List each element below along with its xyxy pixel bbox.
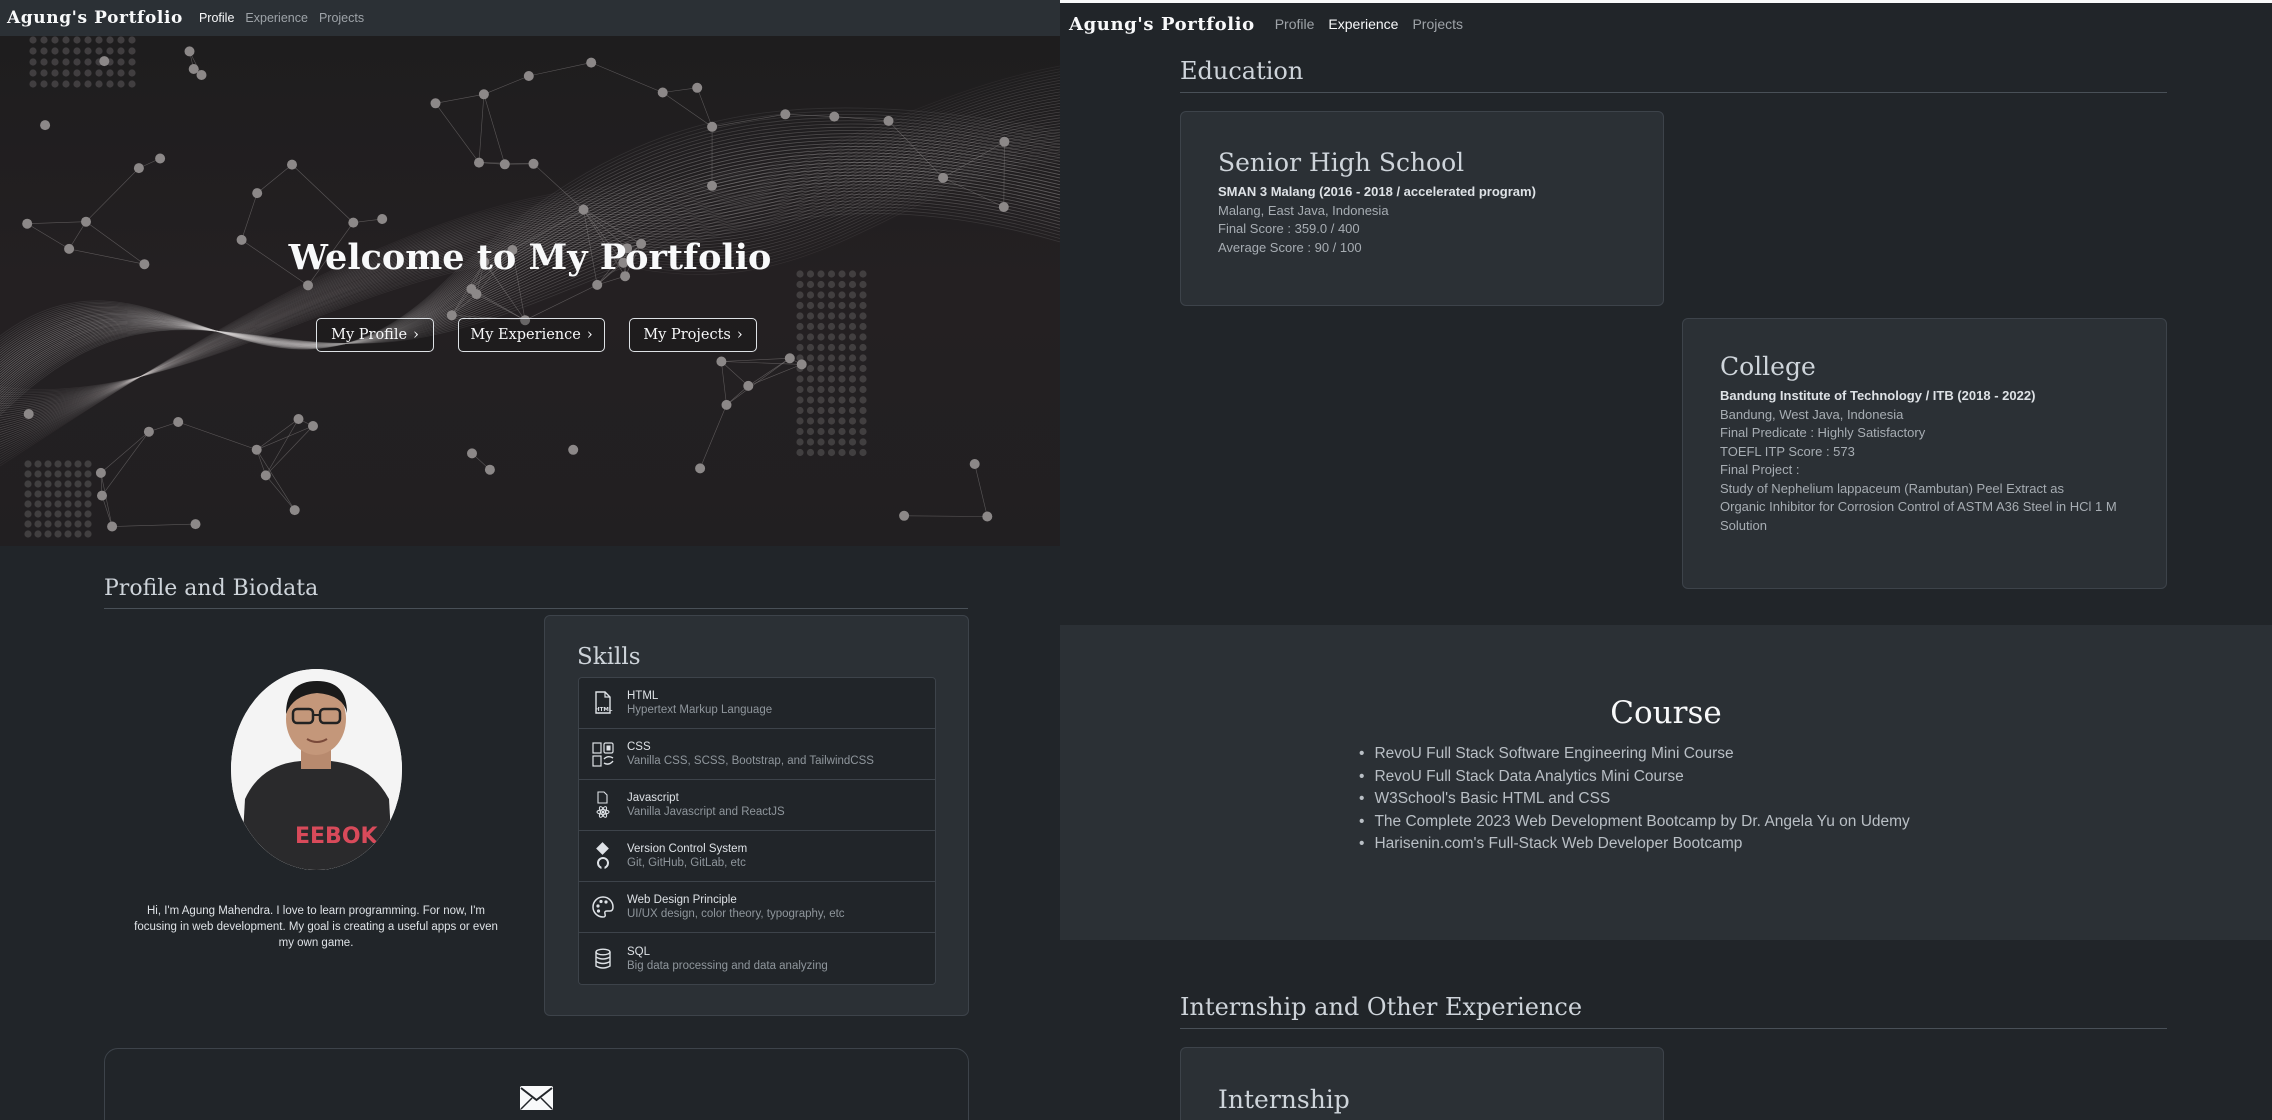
course-item: RevoU Full Stack Data Analytics Mini Cou… (1359, 766, 1910, 789)
avatar: EEBOK (231, 669, 402, 870)
toefl-score: TOEFL ITP Score : 573 (1720, 443, 1855, 459)
chevron-right-icon: › (736, 327, 743, 343)
skill-item-javascript: Javascript Vanilla Javascript and ReactJS (579, 780, 935, 831)
skill-desc: UI/UX design, color theory, typography, … (627, 908, 845, 920)
svg-text:HTML: HTML (595, 707, 613, 713)
hero-network-background (0, 36, 1060, 538)
college-card: College Bandung Institute of Technology … (1682, 318, 2167, 589)
navbar-brand[interactable]: Agung's Portfolio (7, 8, 183, 28)
my-profile-button[interactable]: My Profile › (316, 318, 434, 352)
skill-name: Javascript (627, 792, 679, 804)
skills-heading: Skills (577, 644, 641, 670)
card-title: College (1720, 352, 1816, 381)
nav-link-projects[interactable]: Projects (319, 11, 364, 25)
final-project-label: Final Project : (1720, 462, 1800, 477)
course-list: RevoU Full Stack Software Engineering Mi… (1359, 743, 1910, 856)
course-item: W3School's Basic HTML and CSS (1359, 788, 1910, 811)
skill-name: Version Control System (627, 843, 748, 855)
school-name: SMAN 3 Malang (2016 - 2018 / accelerated… (1218, 184, 1536, 199)
nav-link-experience[interactable]: Experience (1328, 16, 1398, 32)
chevron-right-icon: › (413, 327, 419, 343)
nav-link-profile[interactable]: Profile (1275, 16, 1315, 32)
skill-name: SQL (627, 945, 651, 958)
heading-divider (1180, 92, 2167, 93)
nav-link-profile[interactable]: Profile (199, 11, 234, 25)
experience-page-pane: Agung's Portfolio Profile Experience Pro… (1060, 0, 2272, 1120)
git-github-icon (579, 842, 627, 870)
contact-card (104, 1048, 969, 1120)
skill-name: CSS (627, 741, 651, 753)
college-location: Bandung, West Java, Indonesia (1720, 406, 1904, 422)
course-item: Harisenin.com's Full-Stack Web Developer… (1359, 833, 1910, 856)
course-item: The Complete 2023 Web Development Bootca… (1359, 811, 1909, 834)
nav-link-experience[interactable]: Experience (245, 11, 308, 25)
shirt-print: EEBOK (295, 824, 379, 849)
navbar: Agung's Portfolio Profile Experience Pro… (1060, 3, 2272, 45)
skill-item-web-design: Web Design Principle UI/UX design, color … (579, 882, 935, 933)
my-projects-label: My Projects (643, 327, 731, 343)
html-file-icon: HTML (579, 691, 627, 715)
my-experience-label: My Experience (470, 327, 581, 343)
final-project-line: Organic Inhibitor for Corrosion Control … (1720, 499, 2117, 514)
education-heading: Education (1180, 57, 1304, 85)
course-section: Course RevoU Full Stack Software Enginee… (1060, 625, 2272, 940)
my-experience-button[interactable]: My Experience › (458, 318, 605, 352)
skills-card: Skills HTML HTML Hypertext Markup Languag… (544, 615, 969, 1016)
average-score: Average Score : 90 / 100 (1218, 239, 1362, 255)
profile-page-pane: Agung's Portfolio Profile Experience Pro… (0, 0, 1060, 1120)
hero-title: Welcome to My Portfolio (288, 237, 772, 278)
heading-divider (1180, 1028, 2167, 1029)
internship-heading: Internship and Other Experience (1180, 993, 1583, 1021)
final-score: Final Score : 359.0 / 400 (1218, 221, 1360, 236)
card-title: Internship (1218, 1085, 1350, 1114)
skill-desc: Vanilla Javascript and ReactJS (627, 806, 785, 818)
skill-name: HTML (627, 690, 659, 702)
skill-item-version-control: Version Control System Git, GitHub, GitLa… (579, 831, 935, 882)
skill-desc: Git, GitHub, GitLab, etc (627, 857, 746, 869)
navbar-brand[interactable]: Agung's Portfolio (1069, 14, 1255, 35)
college-name: Bandung Institute of Technology / ITB (2… (1720, 388, 2036, 403)
card-title: Senior High School (1218, 148, 1465, 177)
school-location: Malang, East Java, Indonesia (1218, 202, 1389, 218)
final-project-line: Study of Nephelium lappaceum (Rambutan) … (1720, 480, 2064, 496)
hero-banner: Welcome to My Portfolio My Profile › My … (0, 36, 1060, 546)
my-profile-label: My Profile (331, 327, 408, 343)
javascript-react-icon (579, 791, 627, 819)
skill-desc: Big data processing and data analyzing (627, 959, 828, 972)
skill-item-html: HTML HTML Hypertext Markup Language (579, 678, 935, 729)
database-icon (579, 948, 627, 970)
heading-divider (104, 608, 968, 609)
nav-link-projects[interactable]: Projects (1412, 16, 1463, 32)
final-predicate: Final Predicate : Highly Satisfactory (1720, 425, 1926, 440)
chevron-right-icon: › (586, 327, 593, 343)
final-project-line: Solution (1720, 517, 1767, 533)
senior-high-school-card: Senior High School SMAN 3 Malang (2016 -… (1180, 111, 1664, 306)
profile-section-heading: Profile and Biodata (104, 576, 319, 601)
course-heading: Course (1610, 695, 1722, 731)
my-projects-button[interactable]: My Projects › (629, 318, 757, 352)
palette-icon (579, 895, 627, 919)
css-files-icon (579, 741, 627, 767)
avatar-portrait: EEBOK (231, 669, 402, 870)
navbar: Agung's Portfolio Profile Experience Pro… (0, 0, 1060, 36)
skill-desc: Vanilla CSS, SCSS, Bootstrap, and Tailwi… (627, 755, 874, 767)
skill-item-css: CSS Vanilla CSS, SCSS, Bootstrap, and Tai… (579, 729, 935, 780)
envelope-icon[interactable] (520, 1086, 553, 1115)
bio-text: Hi, I'm Agung Mahendra. I love to learn … (134, 905, 498, 949)
skill-item-sql: SQL Big data processing and data analyzin… (579, 933, 935, 984)
skill-desc: Hypertext Markup Language (627, 704, 773, 716)
skill-name: Web Design Principle (627, 894, 737, 906)
skills-list: HTML HTML Hypertext Markup Language CSS Va… (578, 677, 936, 985)
internship-card: Internship (1180, 1047, 1664, 1120)
course-item: RevoU Full Stack Software Engineering Mi… (1359, 743, 1910, 766)
